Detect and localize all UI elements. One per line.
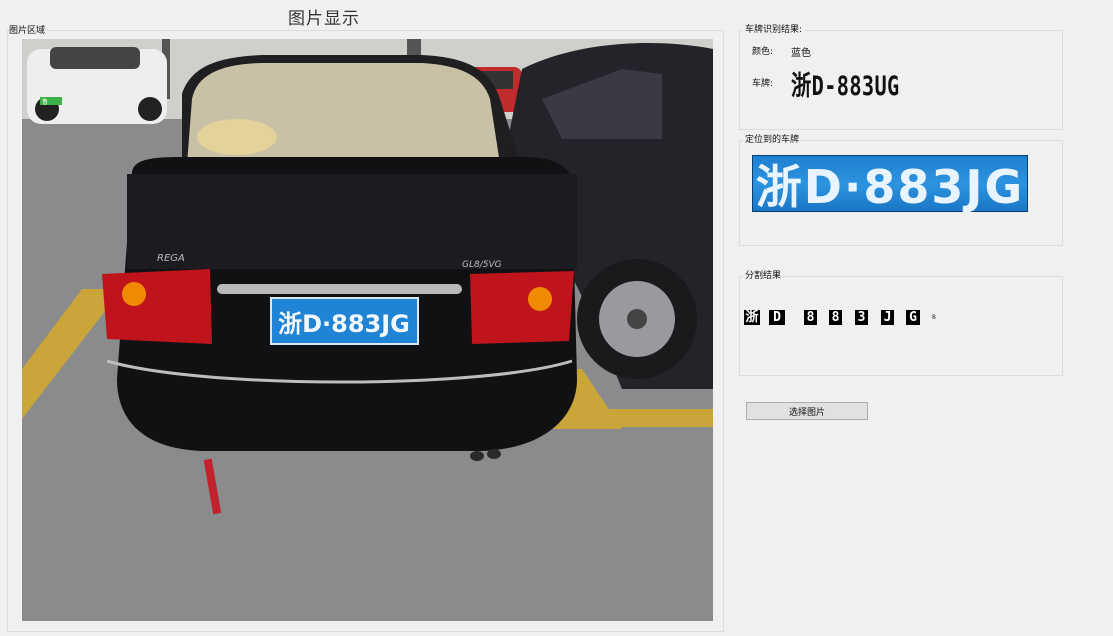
segment-char-5: J xyxy=(881,310,894,325)
segment-extra: 8 xyxy=(932,314,936,321)
segmentation-label: 分割结果 xyxy=(743,271,784,281)
recognition-result-group xyxy=(739,30,1063,130)
plate-value: 浙D-883UG xyxy=(791,71,900,102)
badge-left: REGA xyxy=(157,253,185,264)
segment-char-0: 浙 xyxy=(744,310,760,325)
located-plate-label: 定位到的车牌 xyxy=(743,135,802,145)
plate-label: 车牌: xyxy=(752,79,774,89)
located-plate-image: 浙D·883JG xyxy=(752,155,1028,214)
badge-right: GL8/5VG xyxy=(462,260,502,270)
car-photo: REGA GL8/5VG 浙D·883JG 鲁 xyxy=(22,39,713,621)
segmentation-group xyxy=(739,276,1063,376)
select-image-button[interactable]: 选择图片 xyxy=(746,402,868,420)
color-label: 颜色: xyxy=(752,47,774,57)
picture-area-label: 图片区域 xyxy=(9,26,46,36)
photo-plate-text: 浙D·883JG xyxy=(278,310,410,338)
color-value: 蓝色 xyxy=(791,48,811,59)
page-title: 图片显示 xyxy=(288,9,360,29)
car-photo-illustration: REGA GL8/5VG 浙D·883JG 鲁 xyxy=(22,39,713,621)
segment-char-4: 3 xyxy=(855,310,868,325)
segment-char-2: 8 xyxy=(804,310,817,325)
left-car-plate-text: 鲁 xyxy=(42,98,48,106)
segment-char-1: D xyxy=(769,310,785,325)
segment-char-3: 8 xyxy=(829,310,842,325)
segment-char-6: G xyxy=(906,310,920,325)
recognition-result-label: 车牌识别结果: xyxy=(743,25,805,35)
